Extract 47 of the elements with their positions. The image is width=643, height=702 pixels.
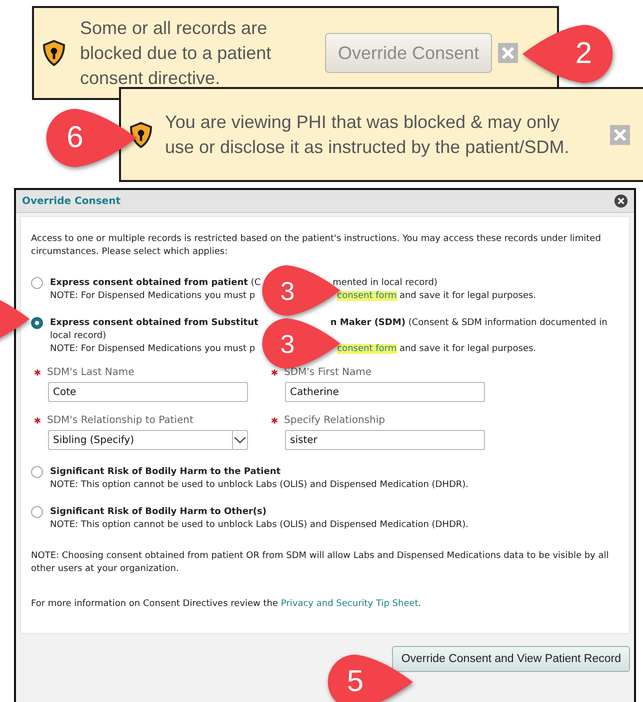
step-number: 3	[280, 330, 295, 356]
radio-button[interactable]	[31, 466, 43, 478]
alert-message: Some or all records are blocked due to a patient consent directive.	[80, 16, 272, 90]
field-label: Specify Relationship	[284, 414, 385, 427]
note-text: NOTE: Choosing consent obtained from patient OR from SDM will allow Labs and Dispensed Medications data to be visible by all other users at your organization.	[31, 550, 610, 576]
option-title: Significant Risk of Bodily Harm to Other(s)	[50, 507, 266, 517]
dialog-title: Override Consent	[22, 196, 120, 206]
instruction-text: Access to one or multiple records is restricted based on the patient's instructions. You may access these records under limited circumstances. Please select which applies:	[31, 233, 602, 259]
radio-button[interactable]	[31, 277, 43, 289]
option-text: (Consent & SDM information documented in	[407, 318, 608, 328]
option-title: n Maker (SDM)	[330, 318, 406, 328]
consent-form-link[interactable]: consent form	[337, 344, 397, 354]
option-text: NOTE: For Dispensed Medications you must p	[50, 344, 256, 354]
alert-message: You are viewing PHI that was blocked & may only use or disclose it as instructed by the patient/SDM.	[165, 110, 570, 159]
field-label: SDM's Relationship to Patient	[47, 414, 194, 427]
consent-form-link[interactable]: consent form	[337, 291, 397, 301]
radio-button[interactable]	[31, 506, 43, 518]
close-icon[interactable]	[614, 194, 628, 208]
option-text: NOTE: This option cannot be used to unblock Labs (OLIS) and Dispensed Medication (DHDR).	[50, 480, 469, 490]
field-label: SDM's Last Name	[47, 366, 134, 379]
submit-button[interactable]: Override Consent and View Patient Record	[392, 646, 630, 672]
relationship-dropdown[interactable]: Sibling (Specify)	[48, 430, 248, 450]
step-number: 3	[280, 278, 295, 304]
tip-sheet-link[interactable]: Privacy and Security Tip Sheet	[280, 599, 418, 609]
input-field[interactable]: Cote	[48, 382, 248, 402]
option-text: (C	[250, 278, 261, 288]
field-label: SDM's First Name	[284, 366, 372, 379]
option-text: and save it for legal purposes.	[398, 291, 536, 301]
info-text: .	[418, 599, 422, 609]
option-title: Express consent obtained from Substitut	[50, 318, 258, 328]
shield-icon	[42, 40, 66, 66]
option-text: mented in local record)	[332, 278, 438, 288]
input-field[interactable]: Catherine	[285, 382, 485, 402]
step-number: 2	[575, 39, 592, 69]
option-title: Significant Risk of Bodily Harm to the Patient	[50, 467, 281, 477]
info-text: For more information on Consent Directives review the	[31, 599, 278, 609]
option-title: Express consent obtained from patient	[50, 278, 248, 288]
option-text: NOTE: For Dispensed Medications you must p	[50, 291, 256, 301]
option-text: local record)	[50, 331, 106, 341]
input-field[interactable]: sister	[285, 430, 485, 450]
step-number: 6	[66, 123, 84, 153]
step-number: 5	[346, 667, 364, 697]
shield-icon	[129, 122, 153, 148]
chevron-down-icon[interactable]	[232, 431, 247, 449]
radio-button[interactable]	[31, 317, 43, 329]
option-text: NOTE: This option cannot be used to unblock Labs (OLIS) and Dispensed Medication (DHDR).	[50, 520, 469, 530]
option-text: and save it for legal purposes.	[398, 344, 536, 354]
